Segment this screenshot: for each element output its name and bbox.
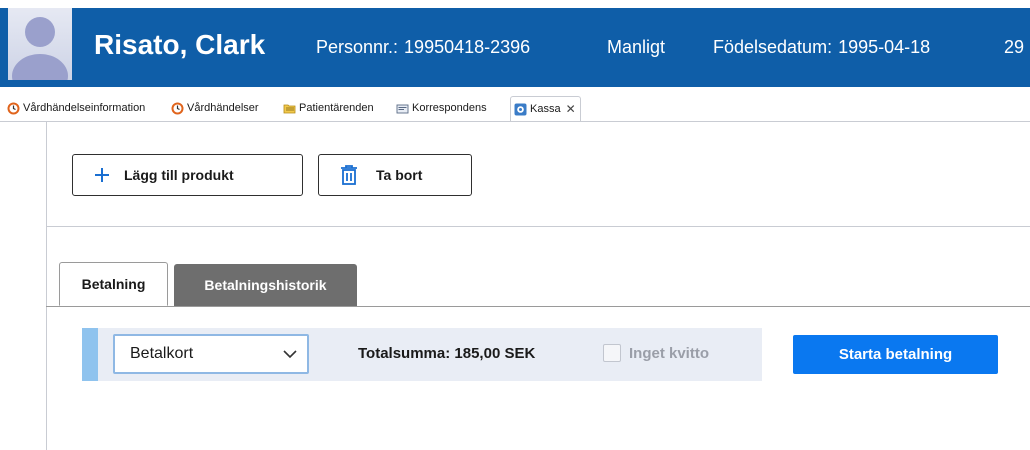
trash-icon bbox=[340, 165, 358, 185]
tab-kassa[interactable]: Kassa ✕ bbox=[510, 96, 581, 121]
avatar bbox=[8, 8, 72, 80]
tab-vardhandelseinformation[interactable]: Vårdhändelseinformation bbox=[7, 96, 145, 120]
delete-label: Ta bort bbox=[376, 167, 423, 183]
gender-value: Manligt bbox=[607, 37, 666, 57]
folder-icon bbox=[283, 104, 296, 113]
patient-header: Risato, Clark Personnr.: 19950418-2396 Ma… bbox=[0, 8, 1030, 87]
payment-bar-accent bbox=[82, 328, 98, 381]
mail-icon bbox=[396, 104, 409, 113]
plus-icon bbox=[94, 167, 110, 183]
age-value: 29 bbox=[1004, 37, 1025, 57]
register-icon bbox=[514, 103, 527, 115]
clock-icon bbox=[171, 102, 184, 114]
tab-label: Vårdhändelser bbox=[187, 102, 259, 114]
clock-icon bbox=[7, 102, 20, 114]
tabs-divider bbox=[46, 306, 1030, 307]
birthdate-value: 1995-04-18 bbox=[838, 37, 931, 57]
tab-label: Kassa bbox=[530, 103, 561, 115]
tab-vardhandelser[interactable]: Vårdhändelser bbox=[171, 96, 259, 120]
tab-label: Korrespondens bbox=[412, 102, 487, 114]
close-icon[interactable]: ✕ bbox=[566, 102, 576, 116]
tab-label: Vårdhändelseinformation bbox=[23, 102, 146, 114]
add-product-button[interactable]: Lägg till produkt bbox=[72, 154, 303, 196]
tab-korrespondens[interactable]: Korrespondens bbox=[396, 96, 487, 120]
personnr-label: Personnr.: bbox=[316, 37, 399, 57]
toolbar-divider bbox=[46, 226, 1030, 227]
tab-betalningshistorik[interactable]: Betalningshistorik bbox=[174, 264, 357, 306]
no-receipt-checkbox[interactable] bbox=[603, 344, 621, 362]
tabstrip-divider bbox=[0, 121, 1030, 122]
no-receipt-label: Inget kvitto bbox=[629, 345, 710, 362]
chevron-down-icon bbox=[283, 349, 297, 359]
start-payment-button[interactable]: Starta betalning bbox=[793, 335, 998, 374]
add-product-label: Lägg till produkt bbox=[124, 167, 234, 183]
birthdate-label: Födelsedatum: bbox=[713, 37, 833, 57]
personnr-field: Personnr.: 19950418-2396 bbox=[316, 37, 530, 58]
personnr-value: 19950418-2396 bbox=[404, 37, 531, 57]
panel-border bbox=[46, 122, 47, 450]
payment-method-select[interactable]: Betalkort bbox=[113, 334, 309, 374]
tab-label: Patientärenden bbox=[299, 102, 374, 114]
delete-button[interactable]: Ta bort bbox=[318, 154, 472, 196]
tab-betalning[interactable]: Betalning bbox=[59, 262, 168, 306]
birthdate-field: Födelsedatum: 1995-04-18 bbox=[713, 37, 930, 58]
tab-patientarenden[interactable]: Patientärenden bbox=[283, 96, 374, 120]
total-sum: Totalsumma: 185,00 SEK bbox=[358, 345, 536, 362]
patient-name: Risato, Clark bbox=[94, 29, 266, 60]
payment-method-value: Betalkort bbox=[130, 345, 194, 362]
